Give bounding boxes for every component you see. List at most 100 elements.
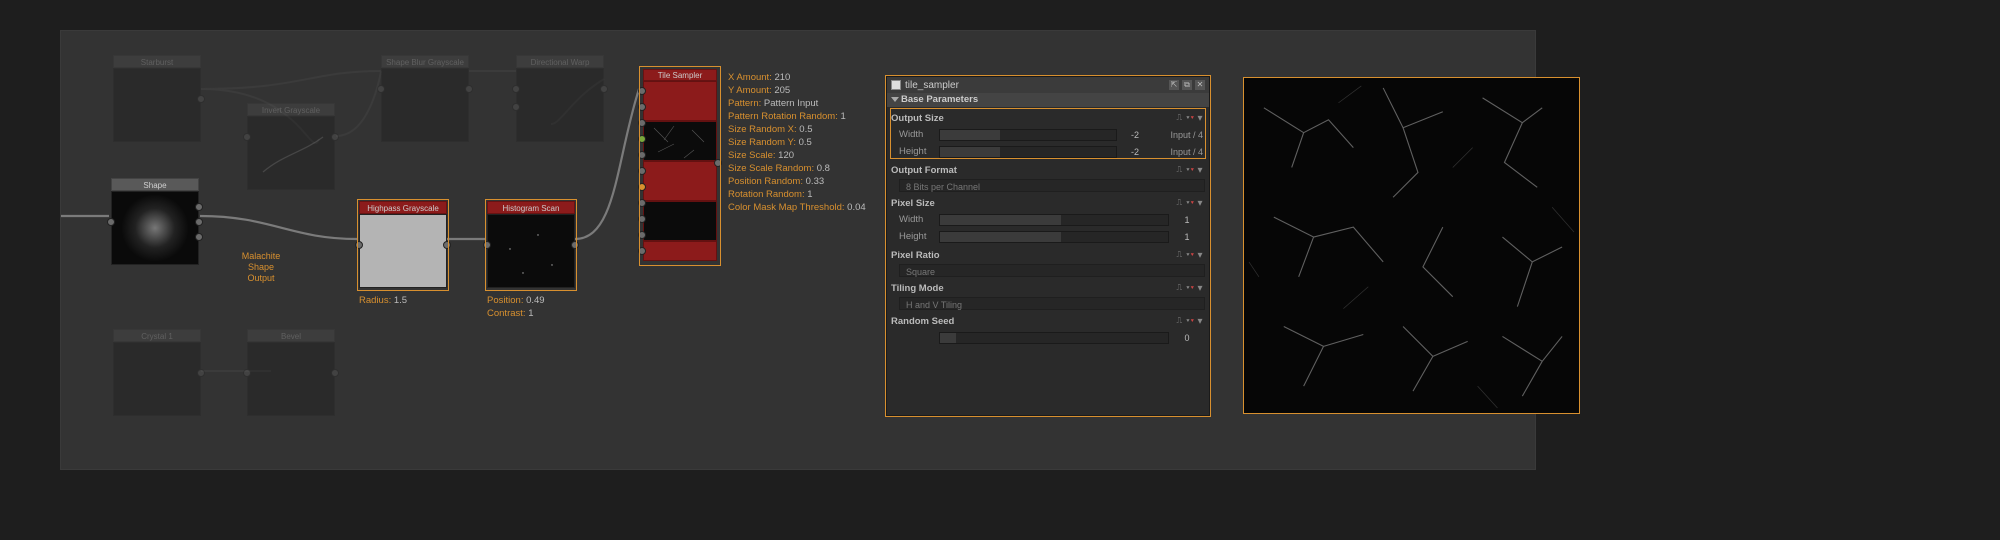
- node-highpass[interactable]: Highpass Grayscale: [359, 201, 447, 288]
- panel-titlebar[interactable]: tile_sampler ⇱ ⧉ ✕: [887, 77, 1209, 93]
- output-port[interactable]: [714, 159, 722, 167]
- group-header[interactable]: Tiling Mode ⎍ ▾▾▾: [891, 281, 1205, 295]
- param-slider[interactable]: [939, 129, 1117, 141]
- output-port[interactable]: [197, 369, 205, 377]
- group-controls[interactable]: ⎍ ▾▾: [1176, 113, 1195, 123]
- group-header[interactable]: Pixel Ratio ⎍ ▾▾▾: [891, 248, 1205, 262]
- node-histogram[interactable]: Histogram Scan: [487, 201, 575, 288]
- input-port[interactable]: [638, 247, 646, 255]
- param-value[interactable]: 0: [1169, 333, 1205, 343]
- pin-icon[interactable]: ⇱: [1169, 80, 1179, 90]
- input-port[interactable]: [638, 231, 646, 239]
- chevron-down-icon[interactable]: ▾: [1195, 250, 1205, 261]
- annotation-line: Size Scale Random: 0.8: [728, 162, 866, 175]
- node-tile-sampler[interactable]: Tile Sampler: [643, 69, 717, 261]
- node-body: [247, 342, 335, 416]
- group-controls[interactable]: ⎍ ▾▾: [1176, 316, 1195, 326]
- param-value[interactable]: -2: [1117, 130, 1153, 140]
- group-controls[interactable]: ⎍ ▾▾: [1176, 165, 1195, 175]
- group-controls[interactable]: ⎍ ▾▾: [1176, 250, 1195, 260]
- chevron-down-icon[interactable]: ▾: [1195, 316, 1205, 327]
- node-body: [113, 68, 201, 142]
- input-port[interactable]: [638, 119, 646, 127]
- chevron-down-icon[interactable]: ▾: [1195, 283, 1205, 294]
- param-readonly[interactable]: Square: [899, 264, 1205, 277]
- group-name: Pixel Ratio: [891, 250, 940, 261]
- group-name: Random Seed: [891, 316, 954, 327]
- node-invert[interactable]: Invert Grayscale: [247, 103, 335, 190]
- input-port[interactable]: [638, 87, 646, 95]
- annotation-line: Size Random Y: 0.5: [728, 136, 866, 149]
- input-port[interactable]: [512, 103, 520, 111]
- param-value[interactable]: -2: [1117, 147, 1153, 157]
- group-header[interactable]: Output Size⎍ ▾▾▾: [891, 111, 1205, 125]
- preview-2d[interactable]: [1243, 77, 1580, 414]
- input-port[interactable]: [638, 167, 646, 175]
- close-icon[interactable]: ✕: [1195, 80, 1205, 90]
- node-header: Highpass Grayscale: [359, 201, 447, 214]
- param-group: Random Seed ⎍ ▾▾▾ 0: [891, 314, 1205, 345]
- node-shape[interactable]: Shape: [111, 178, 199, 265]
- group-name: Tiling Mode: [891, 283, 944, 294]
- input-port[interactable]: [483, 241, 491, 249]
- node-body: [487, 214, 575, 288]
- input-port[interactable]: [107, 218, 115, 226]
- param-value[interactable]: 1: [1169, 215, 1205, 225]
- node-header: Directional Warp: [516, 55, 604, 68]
- output-port[interactable]: [195, 203, 203, 211]
- node-bevel[interactable]: Bevel: [247, 329, 335, 416]
- input-port[interactable]: [377, 85, 385, 93]
- section-header[interactable]: Base Parameters: [887, 93, 1209, 107]
- input-port[interactable]: [638, 151, 646, 159]
- node-shape-blur[interactable]: Shape Blur Grayscale: [381, 55, 469, 142]
- ts-seg: [643, 241, 717, 261]
- node-header: Invert Grayscale: [247, 103, 335, 116]
- param-group: Output Size⎍ ▾▾▾Width-2Input / 4Height-2…: [891, 111, 1205, 159]
- param-value[interactable]: 1: [1169, 232, 1205, 242]
- input-port[interactable]: [243, 369, 251, 377]
- param-readonly[interactable]: H and V Tiling: [899, 297, 1205, 310]
- output-port[interactable]: [195, 218, 203, 226]
- input-port[interactable]: [638, 103, 646, 111]
- input-port[interactable]: [638, 135, 646, 143]
- input-port[interactable]: [355, 241, 363, 249]
- output-port[interactable]: [331, 369, 339, 377]
- param-slider[interactable]: [939, 332, 1169, 344]
- chevron-down-icon[interactable]: ▾: [1195, 165, 1205, 176]
- group-header[interactable]: Pixel Size ⎍ ▾▾▾: [891, 196, 1205, 210]
- param-row: 0: [899, 330, 1205, 345]
- input-port[interactable]: [638, 199, 646, 207]
- node-starburst[interactable]: Starburst: [113, 55, 201, 142]
- annotation-line: Position Random: 0.33: [728, 175, 866, 188]
- input-port[interactable]: [512, 85, 520, 93]
- param-slider[interactable]: [939, 231, 1169, 243]
- input-port[interactable]: [638, 215, 646, 223]
- input-port[interactable]: [638, 183, 646, 191]
- node-body: [516, 68, 604, 142]
- group-controls[interactable]: ⎍ ▾▾: [1176, 283, 1195, 293]
- output-port[interactable]: [443, 241, 451, 249]
- output-port[interactable]: [331, 133, 339, 141]
- ts-seg: [643, 81, 717, 121]
- param-label: Height: [899, 231, 939, 242]
- chevron-down-icon[interactable]: ▾: [1195, 113, 1205, 124]
- output-port[interactable]: [600, 85, 608, 93]
- node-crystal[interactable]: Crystal 1: [113, 329, 201, 416]
- group-controls[interactable]: ⎍ ▾▾: [1176, 198, 1195, 208]
- output-port[interactable]: [195, 233, 203, 241]
- group-name: Pixel Size: [891, 198, 935, 209]
- param-slider[interactable]: [939, 214, 1169, 226]
- param-readonly[interactable]: 8 Bits per Channel: [899, 179, 1205, 192]
- annotation-line: Size Scale: 120: [728, 149, 866, 162]
- group-header[interactable]: Random Seed ⎍ ▾▾▾: [891, 314, 1205, 328]
- node-dir-warp[interactable]: Directional Warp: [516, 55, 604, 142]
- chevron-down-icon[interactable]: ▾: [1195, 198, 1205, 209]
- group-header[interactable]: Output Format⎍ ▾▾▾: [891, 163, 1205, 177]
- node-header: Histogram Scan: [487, 201, 575, 214]
- output-port[interactable]: [465, 85, 473, 93]
- output-port[interactable]: [197, 95, 205, 103]
- link-icon[interactable]: ⧉: [1182, 80, 1192, 90]
- param-slider[interactable]: [939, 146, 1117, 158]
- input-port[interactable]: [243, 133, 251, 141]
- output-port[interactable]: [571, 241, 579, 249]
